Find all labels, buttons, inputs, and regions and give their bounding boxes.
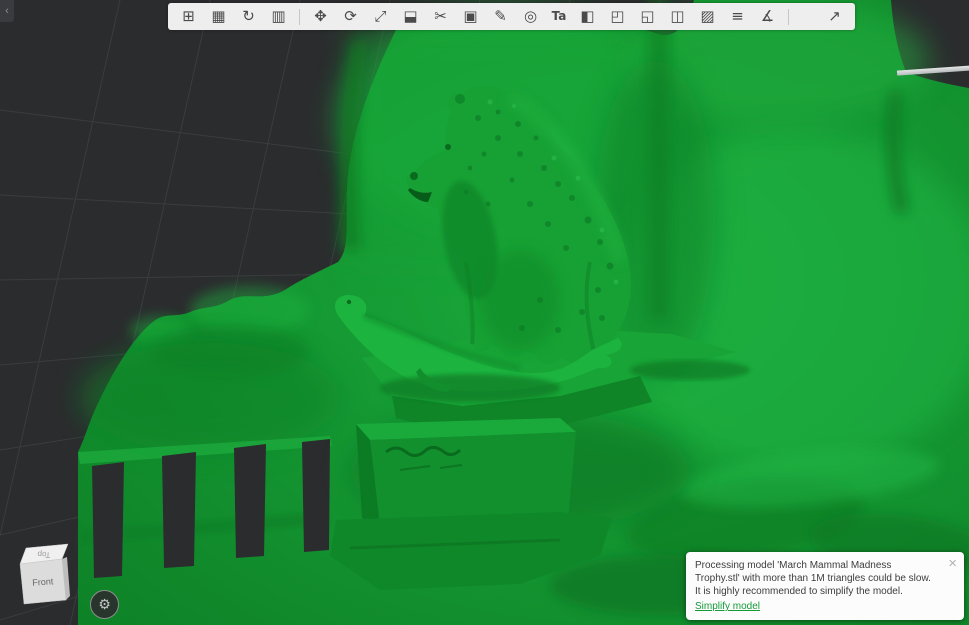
toolbar-rotate-button[interactable]: ⟳ bbox=[337, 5, 364, 28]
main-toolbar: ⊞ ▦ ↻ ▥ ✥ ⟳ ⤢ ⬓ ✂ ▣ ✎ ◎ Ta ◧ ◰ ◱ ◫ ▨ ≡ ∡… bbox=[168, 3, 855, 30]
simplify-model-link[interactable]: Simplify model bbox=[695, 600, 760, 613]
toolbar-assembly-view-button[interactable]: ↗ bbox=[821, 5, 848, 28]
toolbar-support-paint-button[interactable]: ✎ bbox=[487, 5, 514, 28]
notification-close-icon[interactable]: × bbox=[948, 554, 957, 574]
toolbar-scale-button[interactable]: ⤢ bbox=[367, 5, 394, 28]
toolbar-auto-orient-button[interactable]: ↻ bbox=[235, 5, 262, 28]
toolbar-move-button[interactable]: ✥ bbox=[307, 5, 334, 28]
toolbar-fuzzy-skin-button[interactable]: ▨ bbox=[694, 5, 721, 28]
toolbar-measure-button[interactable]: ∡ bbox=[754, 5, 781, 28]
toolbar-clone-button[interactable]: ▣ bbox=[457, 5, 484, 28]
toolbar-mesh-boolean-button[interactable]: ◫ bbox=[664, 5, 691, 28]
toolbar-add-object-button[interactable]: ⊞ bbox=[175, 5, 202, 28]
gear-icon: ⚙ bbox=[98, 596, 111, 613]
toolbar-lay-flat-button[interactable]: ⬓ bbox=[397, 5, 424, 28]
toolbar-split-objects-button[interactable]: ◰ bbox=[604, 5, 631, 28]
toolbar-separator bbox=[788, 8, 789, 25]
toolbar-split-parts-button[interactable]: ◱ bbox=[634, 5, 661, 28]
slicer-window: ‹ ⊞ ▦ ↻ ▥ ✥ ⟳ ⤢ ⬓ ✂ ▣ ✎ ◎ Ta ◧ ◰ ◱ ◫ ▨ ≡… bbox=[0, 0, 969, 625]
orientation-cube[interactable]: Front Top bbox=[12, 536, 88, 612]
toolbar-add-plate-button[interactable]: ▦ bbox=[205, 5, 232, 28]
collapse-sidebar-button[interactable]: ‹ bbox=[0, 0, 14, 22]
view-settings-button[interactable]: ⚙ bbox=[90, 590, 119, 619]
notification-toast: × Processing model 'March Mammal Madness… bbox=[686, 552, 964, 620]
cube-top-label: Top bbox=[37, 550, 51, 560]
notification-message: Processing model 'March Mammal Madness T… bbox=[695, 560, 931, 597]
toolbar-seam-paint-button[interactable]: ◎ bbox=[517, 5, 544, 28]
toolbar-cut-button[interactable]: ✂ bbox=[427, 5, 454, 28]
toolbar-separator bbox=[299, 8, 300, 25]
toolbar-text-button[interactable]: Ta bbox=[547, 5, 571, 28]
viewport-3d[interactable] bbox=[0, 0, 969, 625]
toolbar-variable-layer-button[interactable]: ≡ bbox=[724, 5, 751, 28]
cube-front-label: Front bbox=[32, 576, 54, 587]
model-march-mammal-madness-trophy[interactable] bbox=[78, 0, 969, 625]
toolbar-color-paint-button[interactable]: ◧ bbox=[574, 5, 601, 28]
toolbar-arrange-button[interactable]: ▥ bbox=[265, 5, 292, 28]
